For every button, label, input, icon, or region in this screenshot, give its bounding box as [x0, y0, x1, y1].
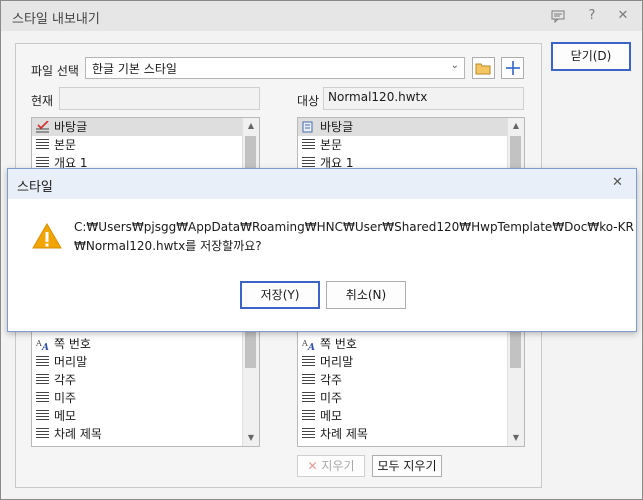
list-item[interactable]: AA 쪽 번호 — [298, 335, 508, 353]
folder-icon — [475, 63, 491, 75]
svg-text:A: A — [307, 343, 315, 350]
list-item[interactable]: 머리말 — [32, 353, 243, 371]
list-item[interactable]: 본문 — [298, 136, 508, 154]
dialog-message-line1: C:₩Users₩pjsgg₩AppData₩Roaming₩HNC₩User₩… — [74, 220, 634, 234]
window-title: 스타일 내보내기 — [12, 12, 100, 27]
list-item[interactable]: 차례 제목 — [32, 425, 243, 443]
scroll-up-icon[interactable]: ▲ — [508, 118, 524, 134]
plus-icon — [505, 61, 520, 75]
delete-button[interactable]: ✕ 지우기 — [297, 455, 365, 477]
target-field: Normal120.hwtx — [323, 87, 524, 110]
list-item[interactable]: AA 쪽 번호 — [32, 335, 243, 353]
list-item[interactable]: 메모 — [32, 407, 243, 425]
list-item[interactable]: 바탕글 — [32, 118, 243, 136]
paragraph-icon — [36, 356, 50, 368]
paragraph-icon — [36, 392, 50, 404]
delete-all-button[interactable]: 모두 지우기 — [372, 455, 442, 477]
title-bar: 스타일 내보내기 ? ✕ — [1, 1, 642, 31]
list-item[interactable]: 메모 — [298, 407, 508, 425]
dialog-title: 스타일 — [17, 180, 53, 195]
file-select-label: 파일 선택 — [31, 64, 79, 78]
paragraph-icon — [302, 139, 316, 151]
char-style-icon: AA — [301, 337, 316, 353]
list-item[interactable]: 미주 — [298, 389, 508, 407]
scroll-down-icon[interactable]: ▼ — [243, 430, 259, 446]
current-field — [59, 87, 260, 110]
scroll-down-icon[interactable]: ▼ — [508, 430, 524, 446]
list-item[interactable]: 바탕글 — [298, 118, 508, 136]
checked-doc-icon — [36, 120, 50, 133]
paragraph-icon — [302, 428, 316, 440]
paragraph-icon — [302, 374, 316, 386]
file-select-value: 한글 기본 스타일 — [92, 62, 177, 76]
paragraph-icon — [302, 392, 316, 404]
x-icon: ✕ — [307, 459, 318, 473]
list-item[interactable]: 머리말 — [298, 353, 508, 371]
scroll-thumb[interactable] — [245, 328, 256, 368]
paragraph-icon — [36, 410, 50, 422]
list-item[interactable]: 각주 — [32, 371, 243, 389]
char-style-icon: AA — [35, 337, 50, 353]
dialog-close-icon[interactable]: ✕ — [612, 175, 623, 190]
save-button[interactable]: 저장(Y) — [240, 281, 320, 309]
close-button[interactable]: 닫기(D) — [551, 42, 631, 71]
warning-icon — [32, 223, 62, 252]
list-item[interactable]: 각주 — [298, 371, 508, 389]
paragraph-icon — [36, 374, 50, 386]
paragraph-icon — [36, 139, 50, 151]
close-icon[interactable]: ✕ — [612, 6, 634, 26]
comment-icon[interactable] — [547, 6, 569, 26]
chevron-down-icon: ⌄ — [450, 60, 459, 71]
list-item[interactable]: 차례 제목 — [298, 425, 508, 443]
open-folder-button[interactable] — [472, 57, 495, 79]
file-select-combo[interactable]: 한글 기본 스타일 ⌄ — [85, 57, 465, 79]
paragraph-icon — [36, 428, 50, 440]
paragraph-icon — [302, 410, 316, 422]
cancel-button[interactable]: 취소(N) — [326, 281, 406, 309]
dialog-message-line2: ₩Normal120.hwtx를 저장할까요? — [74, 239, 262, 253]
scroll-thumb[interactable] — [510, 328, 521, 368]
svg-text:A: A — [41, 343, 49, 350]
list-item[interactable]: 미주 — [32, 389, 243, 407]
add-button[interactable] — [501, 57, 524, 79]
paragraph-icon — [302, 356, 316, 368]
dialog-title-bar: 스타일 ✕ — [8, 169, 636, 199]
confirm-dialog: 스타일 ✕ C:₩Users₩pjsgg₩AppData₩Roaming₩HNC… — [7, 168, 637, 332]
list-item[interactable]: 본문 — [32, 136, 243, 154]
scroll-up-icon[interactable]: ▲ — [243, 118, 259, 134]
file-doc-icon — [302, 120, 316, 133]
help-button[interactable]: ? — [581, 6, 603, 26]
current-label: 현재 — [31, 94, 54, 108]
target-label: 대상 — [297, 94, 320, 108]
